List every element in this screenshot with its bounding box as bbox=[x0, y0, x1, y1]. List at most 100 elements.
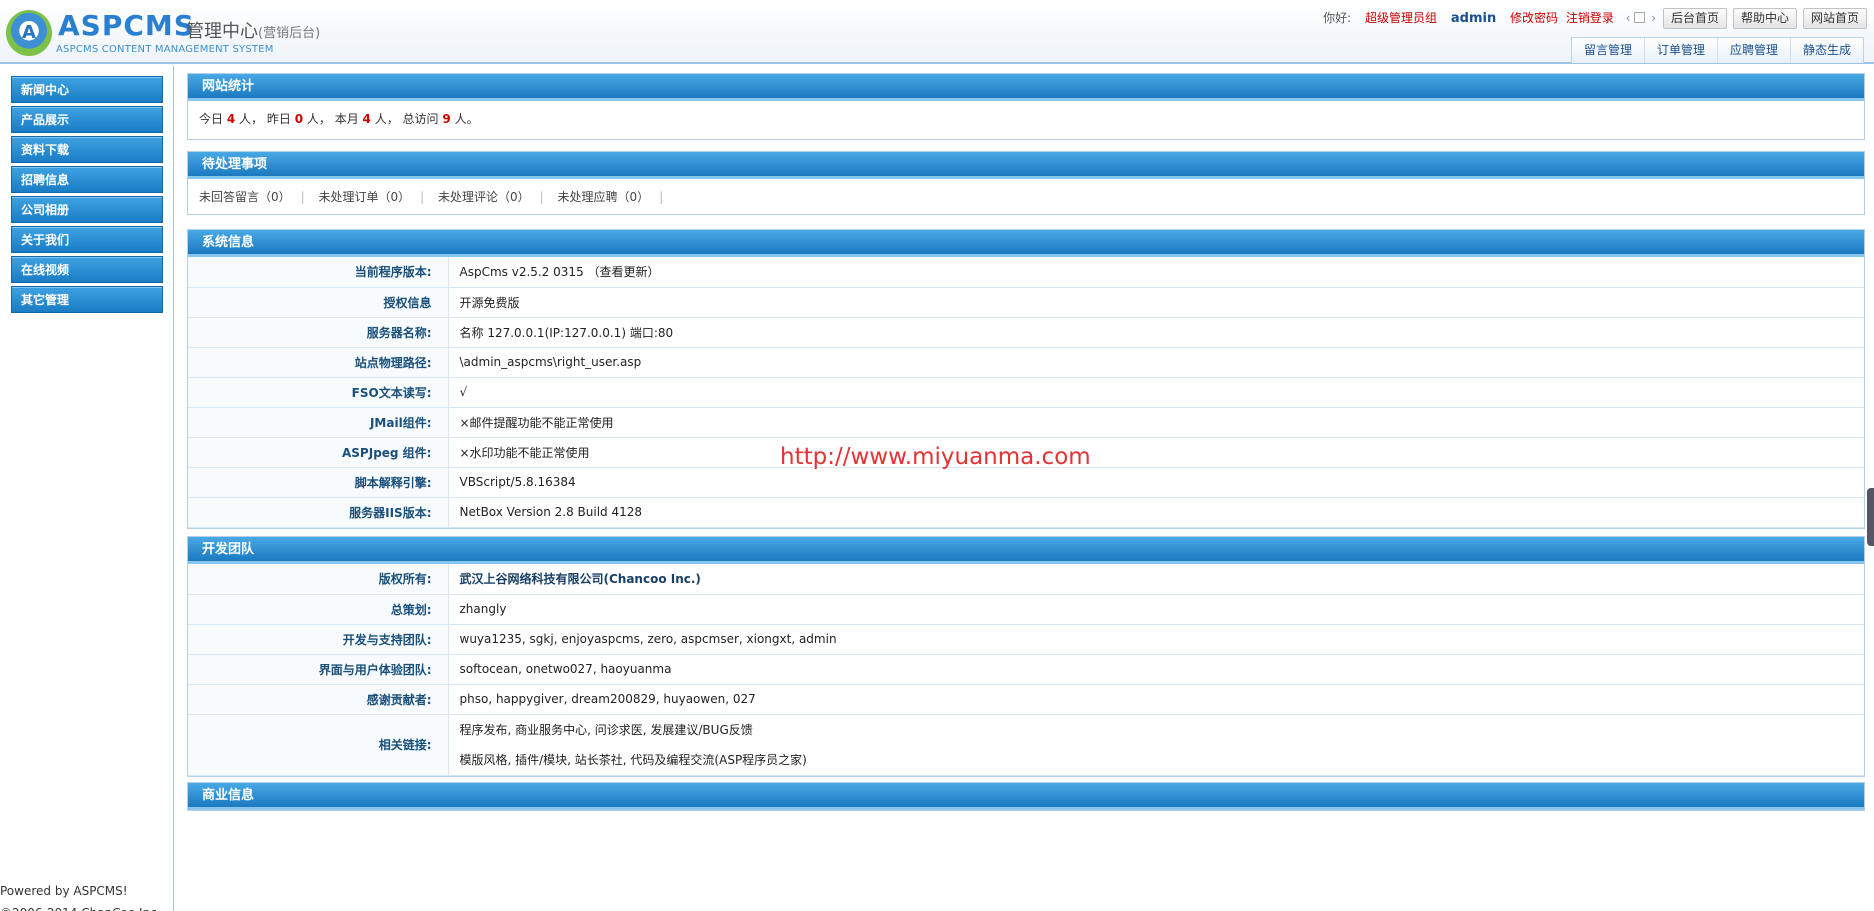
menu-static-generate[interactable]: 静态生成 bbox=[1789, 38, 1863, 63]
scrollbar-handle[interactable] bbox=[1867, 488, 1874, 546]
row-value: softocean, onetwo027, haoyuanma bbox=[448, 654, 1864, 685]
sidebar-item-other[interactable]: 其它管理 bbox=[11, 286, 163, 313]
system-info-table: 当前程序版本: AspCms v2.5.2 0315 （查看更新） 授权信息 开源免… bbox=[188, 257, 1864, 528]
related-links-line-1[interactable]: 程序发布, 商业服务中心, 问诊求医, 发展建议/BUG反馈 bbox=[460, 715, 1865, 745]
fullscreen-toggle-icon[interactable] bbox=[1634, 12, 1646, 23]
chevron-left-icon[interactable]: ‹ bbox=[1626, 11, 1631, 25]
copyright-text: ©2006-2014 ChanCoo Inc. bbox=[0, 902, 161, 911]
table-row: 脚本解释引擎: VBScript/5.8.16384 bbox=[188, 467, 1864, 498]
row-key: 服务器名称: bbox=[188, 317, 449, 348]
row-key: 界面与用户体验团队: bbox=[188, 654, 449, 685]
stats-yesterday-value: 0 bbox=[294, 112, 304, 126]
row-key: 感谢贡献者: bbox=[188, 684, 449, 715]
menu-messages[interactable]: 留言管理 bbox=[1572, 38, 1644, 63]
stats-month-label: 人， 本月 bbox=[306, 112, 359, 126]
row-value: phso, happygiver, dream200829, huyaowen,… bbox=[448, 684, 1864, 715]
table-row: 感谢贡献者: phso, happygiver, dream200829, huy… bbox=[188, 684, 1864, 715]
table-row: 相关链接: 程序发布, 商业服务中心, 问诊求医, 发展建议/BUG反馈 模版风… bbox=[188, 714, 1865, 776]
user-role: 超级管理员组 bbox=[1365, 11, 1438, 25]
stats-month-value: 4 bbox=[362, 112, 371, 126]
stats-end: 人。 bbox=[454, 112, 479, 126]
user-bar: 你好: 超级管理员组 admin 修改密码 注销登录 ‹ › bbox=[1323, 9, 1656, 26]
site-home-button[interactable]: 网站首页 bbox=[1802, 8, 1867, 29]
app-title: 管理中心(营销后台) bbox=[186, 17, 320, 43]
table-row: 授权信息 开源免费版 bbox=[188, 287, 1864, 318]
row-key: 总策划: bbox=[188, 594, 449, 625]
row-value: \admin_aspcms\right_user.asp bbox=[448, 347, 1864, 378]
table-row: 服务器IIS版本: NetBox Version 2.8 Build 4128 bbox=[188, 497, 1864, 528]
row-key: 服务器IIS版本: bbox=[188, 497, 449, 528]
row-value-warning: ×水印功能不能正常使用 bbox=[448, 437, 1864, 468]
table-row: 站点物理路径: \admin_aspcms\right_user.asp bbox=[188, 347, 1864, 378]
row-value: VBScript/5.8.16384 bbox=[448, 467, 1864, 498]
top-buttons: 后台首页 帮助中心 网站首页 bbox=[1662, 8, 1867, 29]
sidebar: 新闻中心 产品展示 资料下载 招聘信息 公司相册 关于我们 在线视频 其它管理 … bbox=[0, 66, 174, 911]
table-row: 总策划: zhangly bbox=[188, 594, 1864, 625]
table-row: 开发与支持团队: wuya1235, sgkj, enjoyaspcms, zer… bbox=[188, 624, 1864, 655]
app-subtitle: ASPCMS CONTENT MANAGEMENT SYSTEM bbox=[56, 44, 274, 55]
powered-by-text: Powered by ASPCMS! bbox=[0, 884, 128, 898]
stats-line: 今日 4 人， 昨日 0 人， 本月 4 人， 总访问 9 人。 bbox=[188, 101, 1864, 139]
dev-team-title: 开发团队 bbox=[188, 537, 1864, 564]
row-value-warning: ×邮件提醒功能不能正常使用 bbox=[448, 407, 1864, 438]
chevron-right-icon[interactable]: › bbox=[1651, 11, 1656, 25]
separator: | bbox=[659, 190, 664, 204]
related-links-line-2[interactable]: 模版风格, 插件/模块, 站长茶社, 代码及编程交流(ASP程序员之家) bbox=[460, 745, 1865, 775]
todo-unprocessed-comments[interactable]: 未处理评论（0） bbox=[438, 190, 530, 204]
help-center-button[interactable]: 帮助中心 bbox=[1732, 8, 1797, 29]
row-key: 版权所有: bbox=[188, 564, 449, 595]
table-row: 界面与用户体验团队: softocean, onetwo027, haoyuanm… bbox=[188, 654, 1864, 685]
program-version-value[interactable]: AspCms v2.5.2 0315 （查看更新） bbox=[448, 257, 1864, 288]
stats-panel: 网站统计 今日 4 人， 昨日 0 人， 本月 4 人， 总访问 9 人。 bbox=[187, 73, 1865, 140]
watermark-text: http://www.miyuanma.com bbox=[780, 444, 1091, 470]
todo-unprocessed-orders[interactable]: 未处理订单（0） bbox=[319, 190, 411, 204]
copyright-owner: 武汉上谷网络科技有限公司(Chancoo Inc.) bbox=[448, 564, 1864, 595]
separator: | bbox=[420, 190, 425, 204]
row-key: 开发与支持团队: bbox=[188, 624, 449, 655]
sidebar-item-jobs[interactable]: 招聘信息 bbox=[11, 166, 163, 193]
sidebar-item-album[interactable]: 公司相册 bbox=[11, 196, 163, 223]
stats-today-label: 今日 bbox=[199, 112, 224, 126]
business-title: 商业信息 bbox=[188, 783, 1864, 810]
stats-yesterday-label: 人， 昨日 bbox=[239, 112, 291, 126]
menu-orders[interactable]: 订单管理 bbox=[1643, 38, 1717, 63]
row-value: NetBox Version 2.8 Build 4128 bbox=[448, 497, 1864, 528]
dev-team-panel: 开发团队 版权所有: 武汉上谷网络科技有限公司(Chancoo Inc.) 总策划… bbox=[187, 536, 1865, 777]
todo-panel-title: 待处理事项 bbox=[188, 152, 1864, 179]
greeting-label: 你好: bbox=[1323, 11, 1352, 25]
logout-link[interactable]: 注销登录 bbox=[1566, 11, 1614, 25]
sidebar-item-news[interactable]: 新闻中心 bbox=[11, 76, 163, 103]
system-info-panel: 系统信息 当前程序版本: AspCms v2.5.2 0315 （查看更新） 授权… bbox=[187, 229, 1865, 529]
menu-applications[interactable]: 应聘管理 bbox=[1716, 38, 1790, 63]
sidebar-item-downloads[interactable]: 资料下载 bbox=[11, 136, 163, 163]
todo-unprocessed-applications[interactable]: 未处理应聘（0） bbox=[558, 190, 650, 204]
sidebar-item-video[interactable]: 在线视频 bbox=[11, 256, 163, 283]
system-info-title: 系统信息 bbox=[188, 230, 1864, 257]
row-key: ASPJpeg 组件: bbox=[188, 437, 449, 468]
logo-icon: A bbox=[6, 10, 52, 56]
row-key: 脚本解释引擎: bbox=[188, 467, 449, 498]
username: admin bbox=[1450, 11, 1497, 26]
logo-text: ASPCMS bbox=[58, 9, 195, 42]
change-password-link[interactable]: 修改密码 bbox=[1510, 11, 1558, 25]
stats-total-label: 人， 总访问 bbox=[374, 112, 439, 126]
separator: | bbox=[539, 190, 544, 204]
todo-unanswered-messages[interactable]: 未回答留言（0） bbox=[199, 190, 291, 204]
top-menu: 留言管理 订单管理 应聘管理 静态生成 bbox=[1570, 37, 1864, 63]
separator: | bbox=[300, 190, 305, 204]
row-key: 站点物理路径: bbox=[188, 347, 449, 378]
row-value: 名称 127.0.0.1(IP:127.0.0.1) 端口:80 bbox=[448, 317, 1864, 348]
row-value: √ bbox=[448, 377, 1864, 408]
sidebar-footer: Powered by ASPCMS! ©2006-2014 ChanCoo In… bbox=[0, 880, 161, 911]
header: A ASPCMS 管理中心(营销后台) ASPCMS CONTENT MANAG… bbox=[0, 0, 1874, 64]
row-value: wuya1235, sgkj, enjoyaspcms, zero, aspcm… bbox=[448, 624, 1864, 655]
stats-total-value: 9 bbox=[442, 112, 451, 126]
row-key: FSO文本读写: bbox=[188, 377, 449, 408]
sidebar-item-products[interactable]: 产品展示 bbox=[11, 106, 163, 133]
dev-team-table: 版权所有: 武汉上谷网络科技有限公司(Chancoo Inc.) 总策划: zhan… bbox=[188, 564, 1864, 776]
table-row: 服务器名称: 名称 127.0.0.1(IP:127.0.0.1) 端口:80 bbox=[188, 317, 1864, 348]
app-title-main: 管理中心 bbox=[186, 21, 258, 42]
admin-home-button[interactable]: 后台首页 bbox=[1662, 8, 1727, 29]
todo-list: 未回答留言（0） | 未处理订单（0） | 未处理评论（0） | 未处理应聘（0） | bbox=[188, 179, 1864, 214]
sidebar-item-about[interactable]: 关于我们 bbox=[11, 226, 163, 253]
